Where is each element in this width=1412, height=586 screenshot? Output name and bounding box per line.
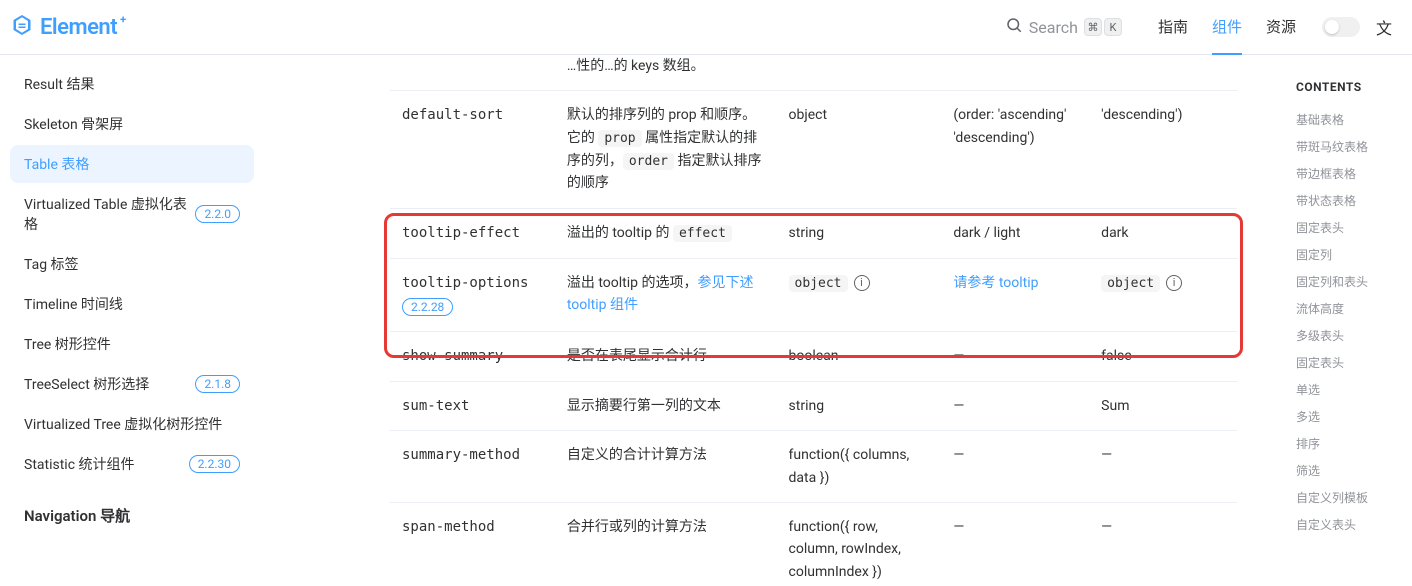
- sidebar-item-statistic[interactable]: Statistic 统计组件2.2.30: [10, 445, 254, 483]
- sidebar: Result 结果 Skeleton 骨架屏 Table 表格 Virtuali…: [0, 55, 260, 586]
- prop-options: —: [941, 502, 1089, 586]
- prop-default: Sum: [1089, 381, 1237, 430]
- sidebar-item-virtualized-tree[interactable]: Virtualized Tree 虚拟化树形控件: [10, 405, 254, 443]
- sidebar-item-virtualized-table[interactable]: Virtualized Table 虚拟化表格2.2.0: [10, 185, 254, 243]
- api-table: …性的…的 keys 数组。 default-sort 默认的排序列的 prop…: [390, 55, 1237, 586]
- prop-description: 溢出 tooltip 的选项，参见下述 tooltip 组件: [555, 258, 777, 332]
- sidebar-item-skeleton[interactable]: Skeleton 骨架屏: [10, 105, 254, 143]
- sidebar-item-tree[interactable]: Tree 树形控件: [10, 325, 254, 363]
- table-row: sum-text 显示摘要行第一列的文本 string — Sum: [390, 381, 1237, 430]
- nav-guide[interactable]: 指南: [1158, 0, 1188, 55]
- prop-name: tooltip-effect: [402, 225, 520, 241]
- prop-name: span-method: [402, 519, 495, 535]
- toc-item[interactable]: 排序: [1296, 430, 1400, 457]
- sidebar-item-tag[interactable]: Tag 标签: [10, 245, 254, 283]
- toc-title: CONTENTS: [1296, 80, 1400, 94]
- prop-name: sum-text: [402, 398, 469, 414]
- table-row: span-method 合并行或列的计算方法 function({ row, c…: [390, 502, 1237, 586]
- prop-type: objecti: [777, 258, 942, 332]
- toc-item[interactable]: 多选: [1296, 403, 1400, 430]
- table-row: default-sort 默认的排序列的 prop 和顺序。 它的 prop 属…: [390, 91, 1237, 208]
- prop-default: false: [1089, 332, 1237, 381]
- prop-type: object: [777, 91, 942, 208]
- table-row: tooltip-options 2.2.28 溢出 tooltip 的选项，参见…: [390, 258, 1237, 332]
- toc-item[interactable]: 固定表头: [1296, 349, 1400, 376]
- nav-component[interactable]: 组件: [1212, 0, 1242, 55]
- prop-type: function({ columns, data }): [777, 431, 942, 503]
- prop-description: 显示摘要行第一列的文本: [555, 381, 777, 430]
- info-icon[interactable]: i: [1166, 275, 1182, 291]
- table-row: …性的…的 keys 数组。: [390, 55, 1237, 91]
- prop-options: —: [941, 332, 1089, 381]
- toc-item[interactable]: 多级表头: [1296, 322, 1400, 349]
- tooltip-ref-link[interactable]: 请参考 tooltip: [953, 275, 1038, 291]
- sidebar-item-timeline[interactable]: Timeline 时间线: [10, 285, 254, 323]
- toc-item[interactable]: 筛选: [1296, 457, 1400, 484]
- sidebar-item-table[interactable]: Table 表格: [10, 145, 254, 183]
- toc-item[interactable]: 带斑马纹表格: [1296, 133, 1400, 160]
- prop-type: string: [777, 381, 942, 430]
- toc-item[interactable]: 固定表头: [1296, 214, 1400, 241]
- header: Element + Search ⌘ K 指南 组件 资源 文: [0, 0, 1412, 55]
- prop-description: 溢出的 tooltip 的 effect: [555, 208, 777, 258]
- prop-name: summary-method: [402, 447, 520, 463]
- kbd-k: K: [1104, 18, 1122, 36]
- kbd-cmd: ⌘: [1084, 18, 1102, 36]
- main-content: …性的…的 keys 数组。 default-sort 默认的排序列的 prop…: [260, 55, 1277, 586]
- prop-default: —: [1089, 431, 1237, 503]
- search-box[interactable]: Search ⌘ K: [997, 12, 1130, 42]
- lang-icon[interactable]: 文: [1376, 15, 1392, 39]
- toc: CONTENTS 基础表格 带斑马纹表格 带边框表格 带状态表格 固定表头 固定…: [1284, 80, 1412, 538]
- prop-type: boolean: [777, 332, 942, 381]
- toc-item[interactable]: 自定义表头: [1296, 511, 1400, 538]
- toc-item[interactable]: 基础表格: [1296, 106, 1400, 133]
- prop-type: function({ row, column, rowIndex, column…: [777, 502, 942, 586]
- version-tag: 2.2.28: [402, 298, 453, 316]
- table-row: show-summary 是否在表尾显示合计行 boolean — false: [390, 332, 1237, 381]
- info-icon[interactable]: i: [854, 275, 870, 291]
- nav-resource[interactable]: 资源: [1266, 0, 1296, 55]
- prop-default: dark: [1089, 208, 1237, 258]
- logo-text: Element: [40, 15, 117, 40]
- prop-default: 'descending'): [1089, 91, 1237, 208]
- prop-default: objecti: [1089, 258, 1237, 332]
- prop-description: 合并行或列的计算方法: [555, 502, 777, 586]
- prop-description: 默认的排序列的 prop 和顺序。 它的 prop 属性指定默认的排序的列，or…: [555, 91, 777, 208]
- prop-options: —: [941, 381, 1089, 430]
- logo-plus: +: [120, 13, 126, 26]
- prop-name: default-sort: [402, 107, 503, 123]
- logo[interactable]: Element +: [10, 13, 129, 41]
- sidebar-item-result[interactable]: Result 结果: [10, 65, 254, 103]
- table-row: summary-method 自定义的合计计算方法 function({ col…: [390, 431, 1237, 503]
- prop-name: show-summary: [402, 348, 503, 364]
- prop-options: (order: 'ascending' 'descending'): [941, 91, 1089, 208]
- sidebar-section-navigation: Navigation 导航: [10, 485, 254, 534]
- truncated-description: …性的…的 keys 数组。: [555, 55, 777, 91]
- toc-item[interactable]: 自定义列模板: [1296, 484, 1400, 511]
- prop-type: string: [777, 208, 942, 258]
- element-logo-icon: [10, 13, 34, 41]
- toc-item[interactable]: 单选: [1296, 376, 1400, 403]
- prop-options: 请参考 tooltip: [941, 258, 1089, 332]
- toc-item[interactable]: 固定列和表头: [1296, 268, 1400, 295]
- toc-item[interactable]: 带边框表格: [1296, 160, 1400, 187]
- theme-toggle[interactable]: [1322, 17, 1360, 37]
- table-row: tooltip-effect 溢出的 tooltip 的 effect stri…: [390, 208, 1237, 258]
- prop-description: 自定义的合计计算方法: [555, 431, 777, 503]
- toc-item[interactable]: 带状态表格: [1296, 187, 1400, 214]
- toc-item[interactable]: 固定列: [1296, 241, 1400, 268]
- toc-item[interactable]: 流体高度: [1296, 295, 1400, 322]
- nav-links: 指南 组件 资源: [1158, 0, 1296, 55]
- sidebar-item-treeselect[interactable]: TreeSelect 树形选择2.1.8: [10, 365, 254, 403]
- search-placeholder: Search: [1029, 18, 1078, 37]
- prop-options: dark / light: [941, 208, 1089, 258]
- prop-description: 是否在表尾显示合计行: [555, 332, 777, 381]
- prop-name: tooltip-options: [402, 275, 528, 291]
- prop-options: —: [941, 431, 1089, 503]
- prop-default: —: [1089, 502, 1237, 586]
- header-right: Search ⌘ K 指南 组件 资源 文: [997, 0, 1392, 55]
- search-icon: [1005, 16, 1023, 38]
